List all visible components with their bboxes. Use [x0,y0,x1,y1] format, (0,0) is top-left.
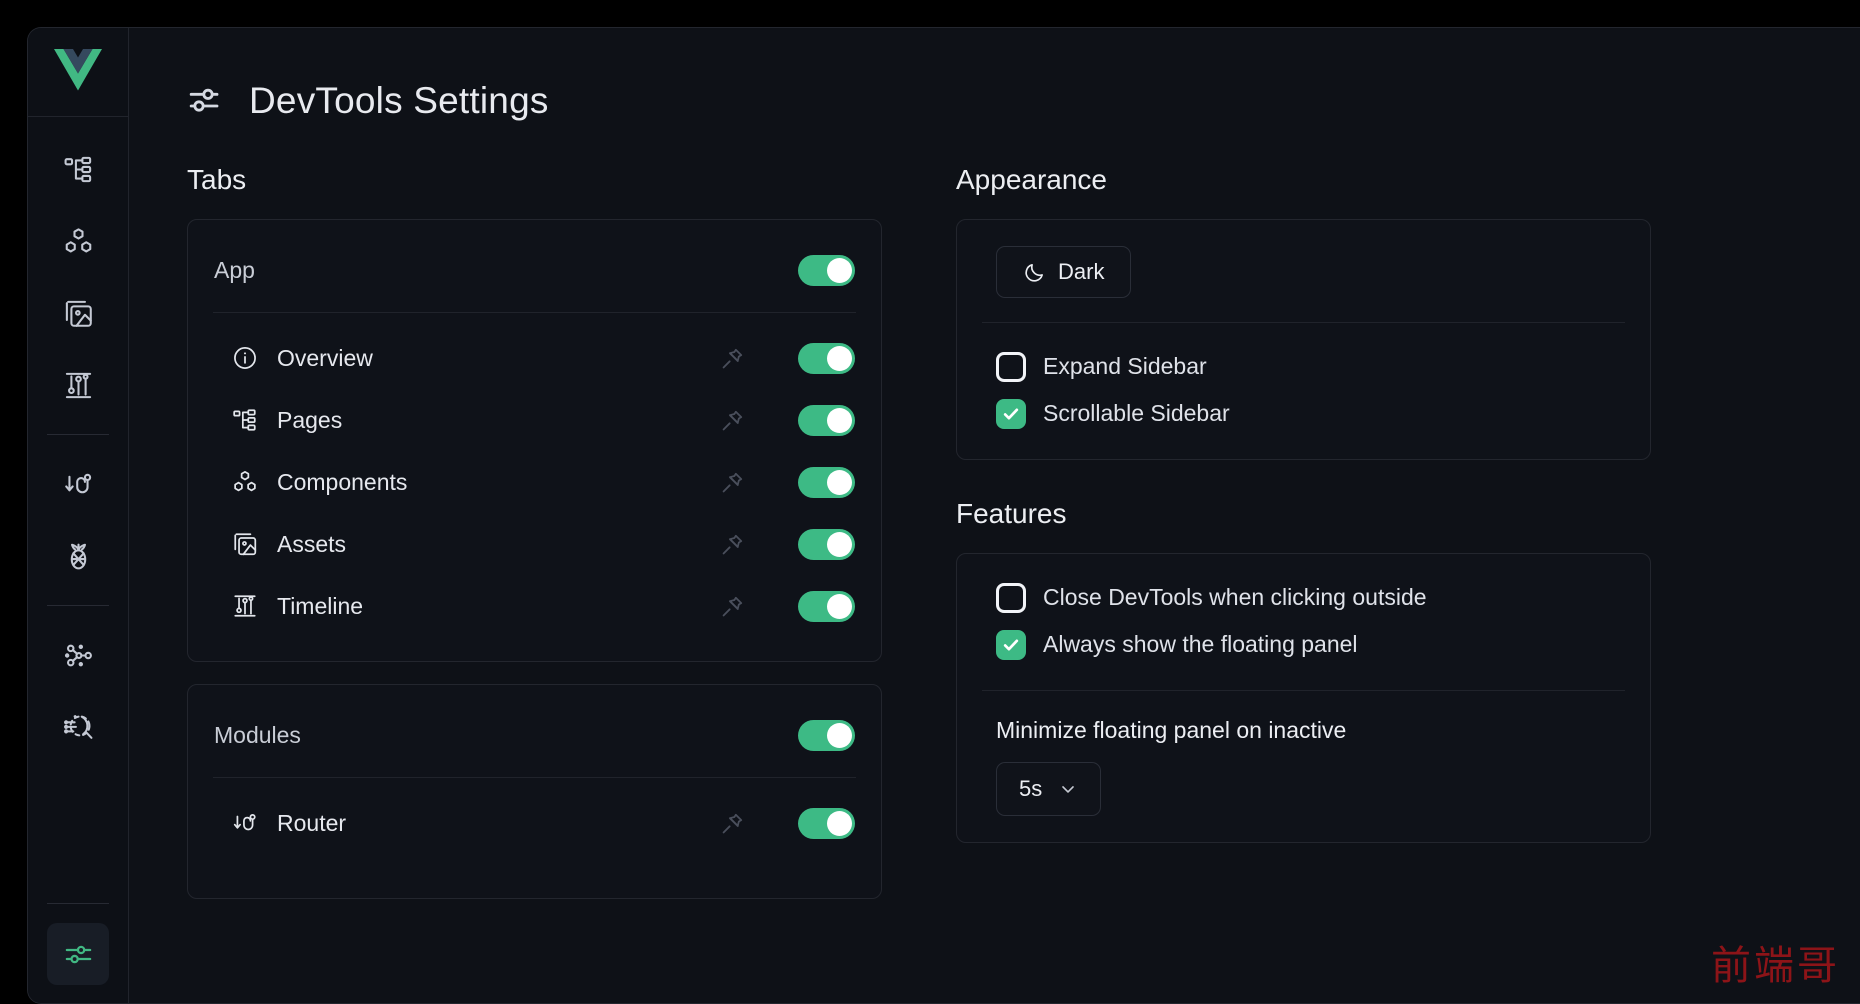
theme-toggle-button[interactable]: Dark [996,246,1131,298]
group-label: App [214,257,798,284]
page-header: DevTools Settings [187,80,1802,122]
settings-sliders-icon [187,81,227,121]
settings-columns: Tabs App [187,164,1802,899]
tab-label: Timeline [277,593,703,620]
sidebar-item-components[interactable] [47,210,109,272]
tab-toggle-overview[interactable] [798,343,855,374]
chevron-down-icon [1058,779,1078,799]
tab-label: Router [277,810,703,837]
sidebar-bottom [28,903,128,1003]
pin-icon[interactable] [720,532,745,557]
tab-label: Assets [277,531,703,558]
checkbox-row-floating-panel[interactable]: Always show the floating panel [996,621,1624,668]
pin-icon[interactable] [720,594,745,619]
features-section-title: Features [956,498,1651,530]
tabs-group-header-modules: Modules [214,693,855,777]
expand-sidebar-checkbox[interactable] [996,352,1026,382]
group-label: Modules [214,722,798,749]
sidebar-item-router[interactable] [47,453,109,515]
assets-image-icon [232,531,260,557]
inspect-search-icon [63,712,94,743]
minimize-delay-value: 5s [1019,776,1042,802]
tab-label: Overview [277,345,703,372]
scrollable-sidebar-checkbox[interactable] [996,399,1026,429]
tabs-column: Tabs App [187,164,882,899]
group-toggle-modules[interactable] [798,720,855,751]
watermark: 前端哥 [1711,933,1840,991]
tabs-section-title: Tabs [187,164,882,196]
tab-label: Components [277,469,703,496]
router-icon [63,469,94,500]
tabs-group-header-app: App [214,228,855,312]
info-circle-icon [232,345,260,371]
appearance-features-column: Appearance Dark [956,164,1651,899]
theme-label: Dark [1058,259,1104,285]
sidebar-item-assets[interactable] [47,282,109,344]
tab-toggle-assets[interactable] [798,529,855,560]
tabs-group-app-panel: App Overview [187,219,882,662]
pin-icon[interactable] [720,811,745,836]
pinia-pineapple-icon [63,541,94,572]
appearance-section-title: Appearance [956,164,1651,196]
appearance-checkbox-list: Expand Sidebar Scrollable Sidebar [983,323,1624,459]
checkbox-label: Close DevTools when clicking outside [1043,584,1427,611]
features-panel: Close DevTools when clicking outside Alw… [956,553,1651,843]
main-content: DevTools Settings Tabs App [129,28,1860,1003]
table-row[interactable]: Assets [214,513,855,575]
close-devtools-checkbox[interactable] [996,583,1026,613]
pages-tree-icon [63,154,94,185]
tab-toggle-timeline[interactable] [798,591,855,622]
graph-icon [63,640,94,671]
sidebar-item-settings[interactable] [47,923,109,985]
checkbox-row-expand-sidebar[interactable]: Expand Sidebar [996,343,1624,390]
timeline-icon [232,593,260,619]
checkbox-row-close-devtools[interactable]: Close DevTools when clicking outside [996,574,1624,621]
tab-label: Pages [277,407,703,434]
sidebar-item-pages[interactable] [47,138,109,200]
sidebar-item-inspect[interactable] [47,696,109,758]
pin-icon[interactable] [720,470,745,495]
vue-logo-button[interactable] [28,28,128,117]
vue-logo [54,49,102,96]
timeline-icon [63,370,94,401]
checkbox-label: Expand Sidebar [1043,353,1207,380]
floating-panel-checkbox[interactable] [996,630,1026,660]
tabs-group-modules-panel: Modules [187,684,882,899]
checkbox-label: Scrollable Sidebar [1043,400,1230,427]
settings-sliders-icon [63,939,94,970]
checkbox-label: Always show the floating panel [1043,631,1358,658]
assets-image-icon [63,298,94,329]
sidebar-divider [47,903,109,904]
sidebar-items [28,117,128,763]
tab-toggle-router[interactable] [798,808,855,839]
table-row[interactable]: Router [214,792,855,854]
features-checkbox-list: Close DevTools when clicking outside Alw… [983,554,1624,690]
sidebar-item-pinia[interactable] [47,525,109,587]
checkbox-row-scrollable-sidebar[interactable]: Scrollable Sidebar [996,390,1624,437]
table-row[interactable]: Pages [214,389,855,451]
table-row[interactable]: Timeline [214,575,855,637]
pin-icon[interactable] [720,346,745,371]
tab-toggle-pages[interactable] [798,405,855,436]
moon-icon [1023,261,1046,284]
minimize-panel-label: Minimize floating panel on inactive [983,691,1624,762]
sidebar-item-timeline[interactable] [47,354,109,416]
sidebar-divider [47,605,109,606]
sidebar-item-graph[interactable] [47,624,109,686]
group-toggle-app[interactable] [798,255,855,286]
sidebar-divider [47,434,109,435]
minimize-delay-select[interactable]: 5s [996,762,1101,816]
router-icon [232,810,260,836]
table-row[interactable]: Overview [214,327,855,389]
components-hexagons-icon [232,469,260,495]
tab-toggle-components[interactable] [798,467,855,498]
devtools-window: DevTools Settings Tabs App [27,27,1860,1004]
table-row[interactable]: Components [214,451,855,513]
pages-tree-icon [232,407,260,433]
pin-icon[interactable] [720,408,745,433]
components-hexagons-icon [63,226,94,257]
sidebar [28,28,129,1003]
page-title: DevTools Settings [249,80,549,122]
appearance-panel: Dark Expand Sidebar Scrollable Sideb [956,219,1651,460]
